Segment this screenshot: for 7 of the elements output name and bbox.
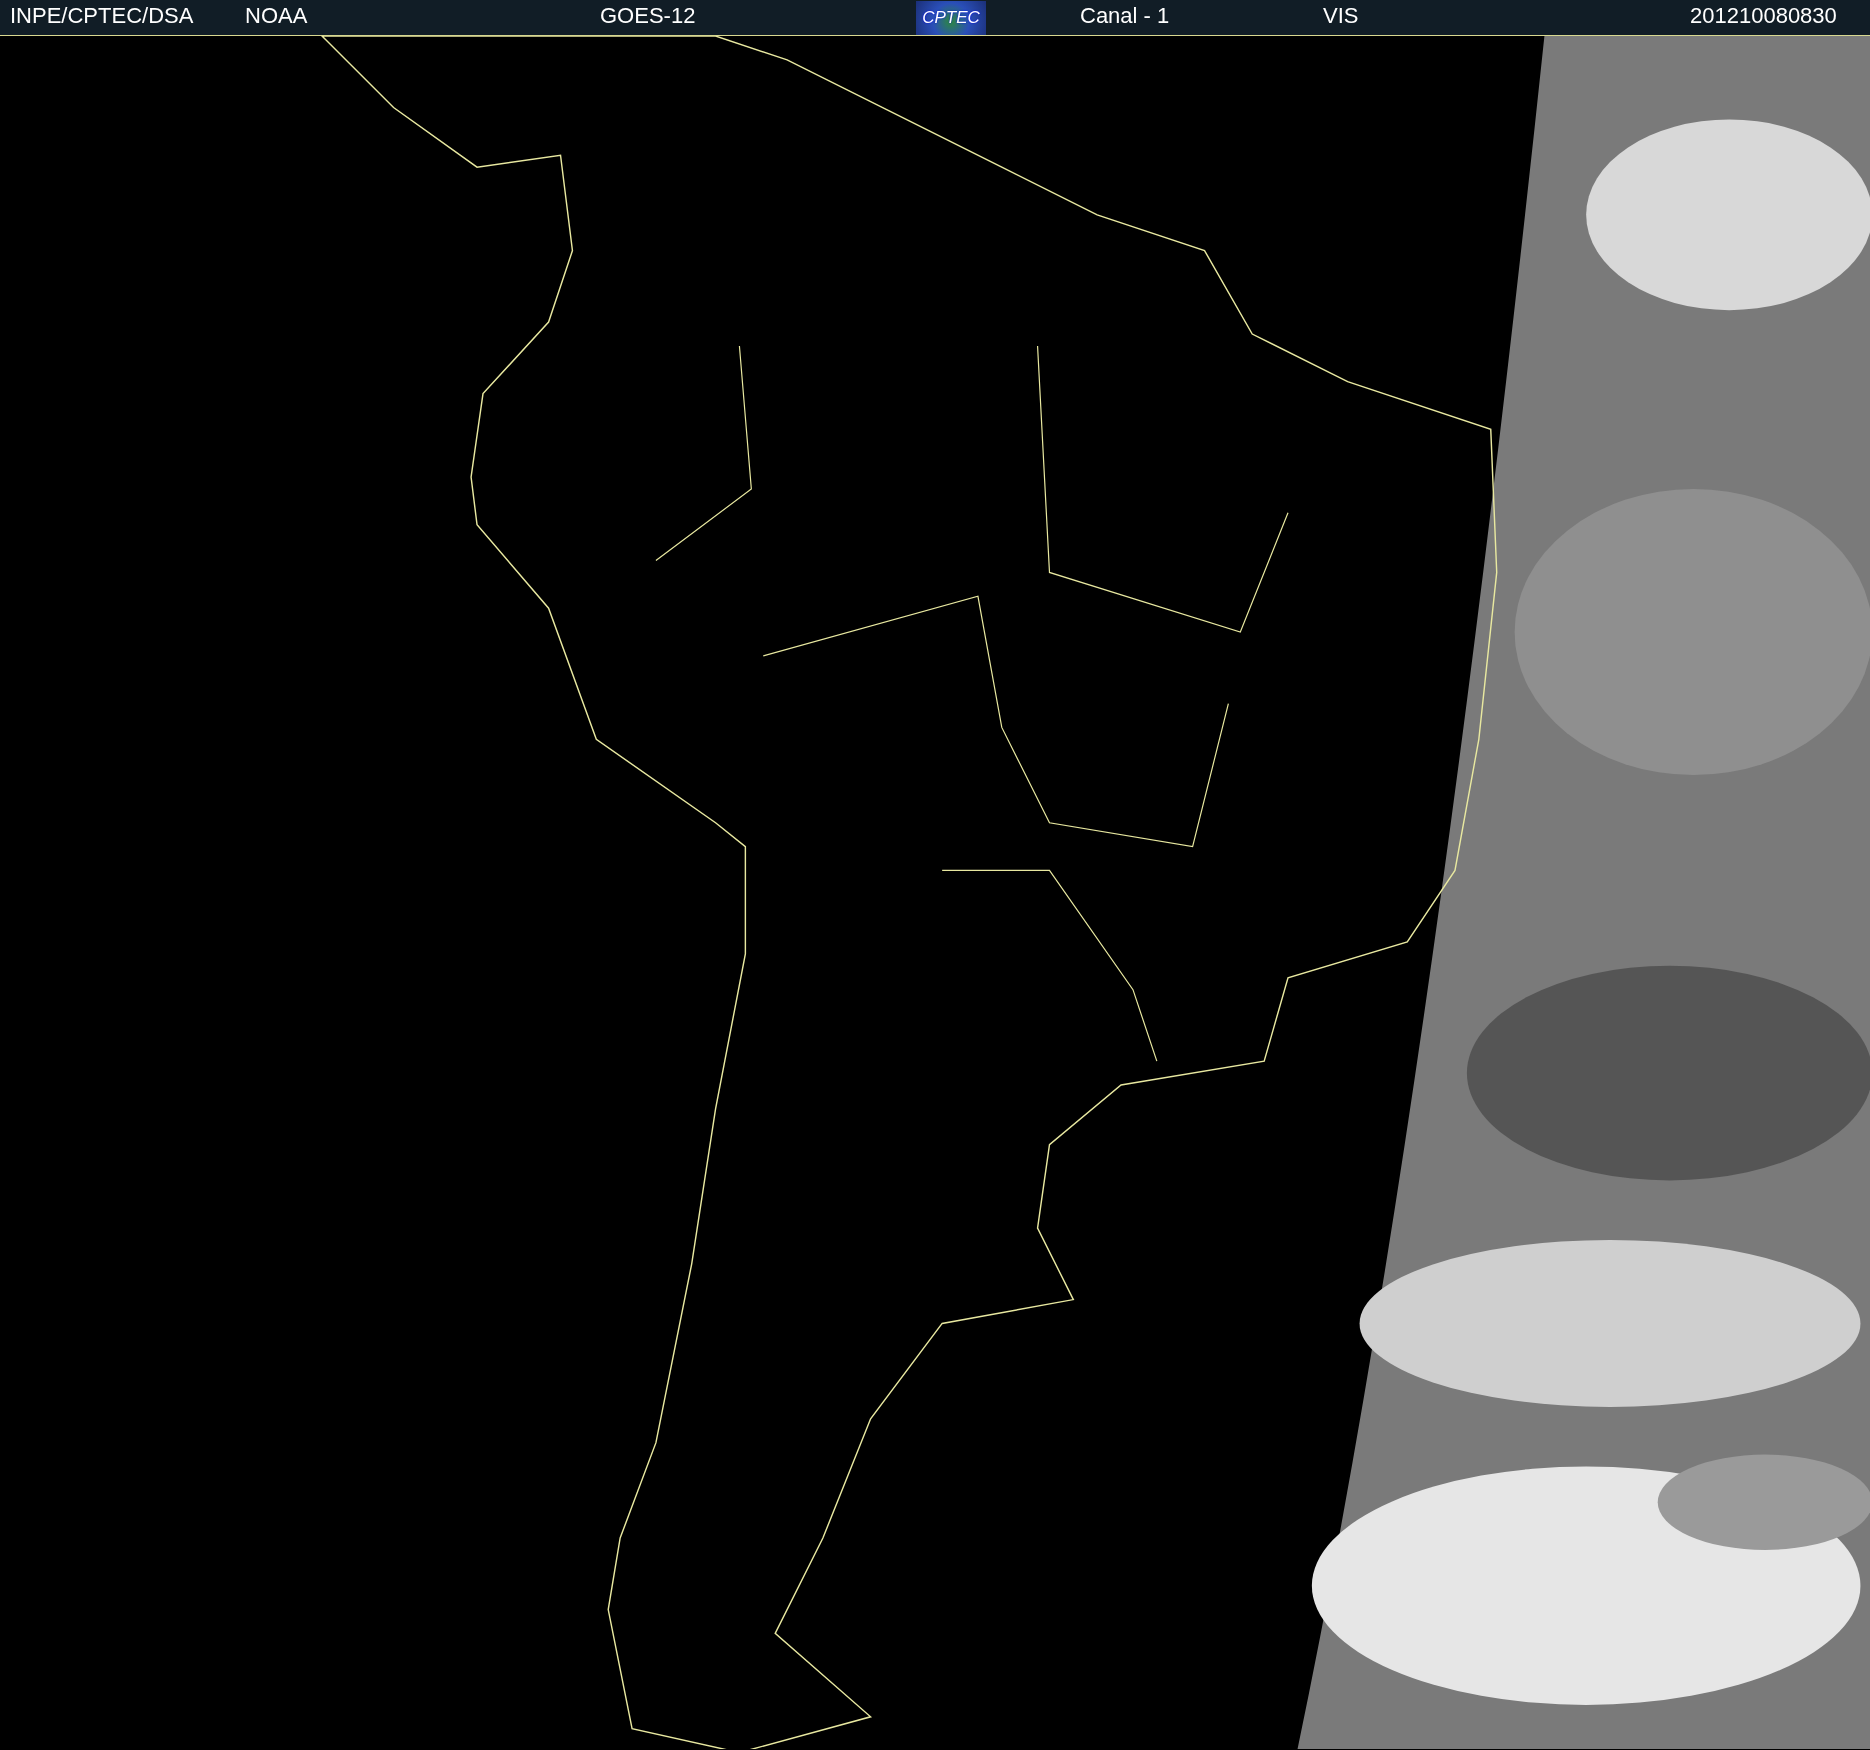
header-label: 201210080830	[1690, 3, 1837, 28]
header-label: INPE/CPTEC/DSA	[10, 3, 194, 28]
header-label: VIS	[1323, 3, 1359, 28]
logo: CPTEC	[916, 0, 986, 35]
header-label: NOAA	[245, 3, 308, 28]
header-label: Canal - 1	[1080, 3, 1170, 28]
header-label: GOES-12	[600, 3, 696, 28]
